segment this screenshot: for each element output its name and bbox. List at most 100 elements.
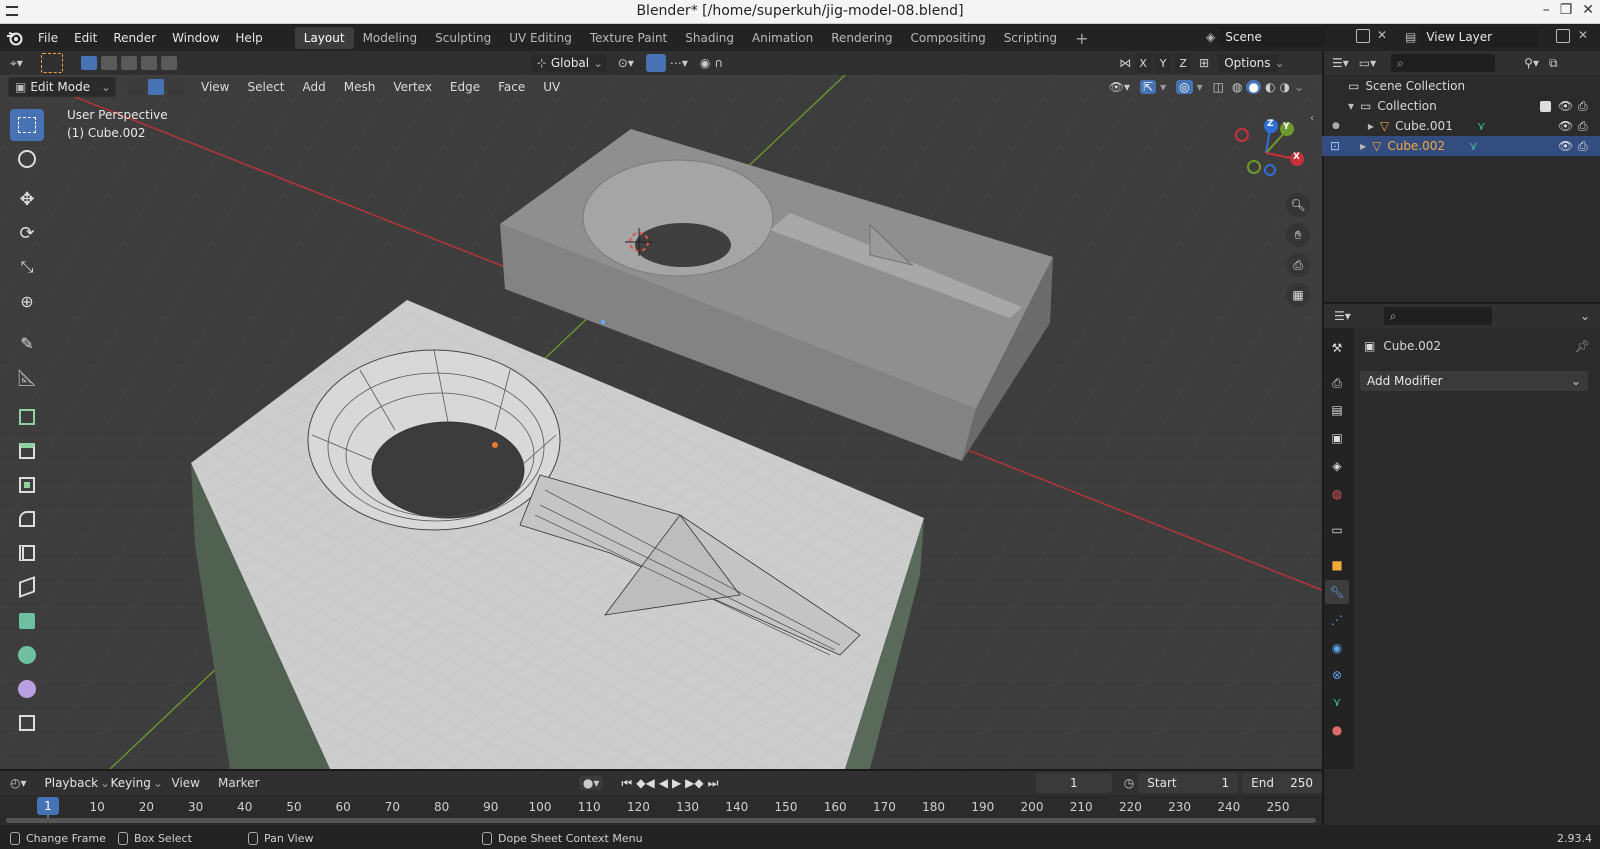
expand-arrow-icon[interactable]: ▾ <box>1348 99 1354 113</box>
transform-tool[interactable]: ⊕ <box>10 285 44 317</box>
mesh-data-icon[interactable]: ⋎ <box>1477 119 1486 133</box>
properties-editor-type-icon[interactable]: ☰▾ <box>1334 309 1351 323</box>
annotate-tool[interactable]: ✎ <box>10 327 44 359</box>
modifier-tab[interactable]: 🔧︎ <box>1325 580 1349 604</box>
jump-keyframe-back-icon[interactable]: ◆◀ <box>636 776 654 790</box>
remove-scene-icon[interactable]: ✕ <box>1377 28 1387 42</box>
menu-face[interactable]: Face <box>491 80 532 94</box>
transform-orientation-dropdown[interactable]: ⊹ Global ⌄ <box>529 53 608 73</box>
remove-view-layer-icon[interactable]: ✕ <box>1578 28 1588 42</box>
scene-selector[interactable]: ◈ Scene <box>1206 27 1326 47</box>
outliner-editor-type-icon[interactable]: ☰▾ <box>1332 56 1349 70</box>
snap-target-icon[interactable]: ⋯▾ <box>670 56 688 70</box>
tool-settings-tab[interactable]: ⚒ <box>1325 336 1349 360</box>
knife-tool[interactable] <box>10 571 44 603</box>
menu-add[interactable]: Add <box>296 80 333 94</box>
edge-select-mode-icon[interactable] <box>148 79 164 95</box>
solid-shading-icon[interactable]: ● <box>1246 80 1261 94</box>
vertex-select-mode-icon[interactable] <box>128 79 144 95</box>
scene-tab[interactable]: ◈ <box>1325 454 1349 478</box>
snap-toggle-icon[interactable] <box>645 54 666 72</box>
eye-icon[interactable]: 👁︎ <box>1558 99 1573 113</box>
add-cube-tool[interactable] <box>10 401 44 433</box>
chevron-down-icon[interactable]: ⌄ <box>1294 80 1304 94</box>
mode-dropdown[interactable]: ▣ Edit Mode ⌄ <box>8 77 116 97</box>
bevel-tool[interactable] <box>10 503 44 535</box>
xray-toggle-icon[interactable]: ◫ <box>1213 80 1224 94</box>
add-modifier-dropdown[interactable]: Add Modifier ⌄ <box>1360 371 1588 391</box>
pan-hand-icon[interactable]: ✋︎ <box>1286 223 1310 247</box>
gizmo-toggle-icon[interactable]: ⇱ <box>1140 80 1157 94</box>
eye-icon[interactable]: 👁︎ <box>1558 119 1573 133</box>
physics-tab[interactable]: ◉ <box>1325 636 1349 660</box>
outliner-row-scene-collection[interactable]: ▭ Scene Collection <box>1322 76 1600 96</box>
exclude-checkbox[interactable] <box>1540 100 1551 112</box>
mesh-data-icon[interactable]: ⋎ <box>1469 139 1478 153</box>
outliner-row-cube-001[interactable]: ● ▸ ▽ Cube.001 ⋎ 👁︎ ⎙ <box>1322 116 1600 136</box>
particles-tab[interactable]: ⋰ <box>1325 608 1349 632</box>
edge-slide-tool[interactable] <box>10 707 44 739</box>
move-tool[interactable]: ✥ <box>10 183 44 215</box>
view-layer-selector[interactable]: ▤ View Layer <box>1405 27 1555 47</box>
output-tab[interactable]: ▤ <box>1325 398 1349 422</box>
start-frame-field[interactable]: Start 1 <box>1138 773 1239 793</box>
expand-arrow-icon[interactable]: ▸ <box>1368 119 1374 133</box>
selection-mode-extend-icon[interactable] <box>100 56 117 70</box>
menu-uv[interactable]: UV <box>536 80 567 94</box>
new-collection-icon[interactable]: ⧉ <box>1549 56 1558 71</box>
pivot-point-icon[interactable]: ⊙▾ <box>618 56 634 70</box>
selection-mode-set-icon[interactable] <box>80 56 97 70</box>
outliner-row-collection[interactable]: ▾ ▭ Collection 👁︎ ⎙ <box>1322 96 1600 116</box>
scale-tool[interactable]: ⤡ <box>10 251 44 283</box>
wireframe-shading-icon[interactable]: ◍ <box>1232 80 1242 94</box>
minimize-icon[interactable]: – <box>1543 2 1550 18</box>
playhead-marker[interactable]: 1 <box>37 797 59 815</box>
add-workspace-icon[interactable]: + <box>1066 25 1097 52</box>
jump-end-icon[interactable]: ⏭ <box>708 776 719 791</box>
play-reverse-icon[interactable]: ◀ <box>659 776 668 790</box>
current-frame-field[interactable]: 1 <box>1035 773 1112 793</box>
timeline-menu-marker[interactable]: Marker <box>211 776 266 790</box>
rendered-shading-icon[interactable]: ◑ <box>1279 80 1289 94</box>
tab-uv-editing[interactable]: UV Editing <box>500 27 581 49</box>
navigation-gizmo[interactable]: Z Y X <box>1224 117 1304 187</box>
maximize-icon[interactable]: ❐ <box>1560 2 1573 18</box>
collection-tab[interactable]: ▭ <box>1325 518 1349 542</box>
tab-modeling[interactable]: Modeling <box>354 27 427 49</box>
keying-dropdown[interactable]: Keying ⌄ <box>105 773 163 793</box>
edit-mode-indicator-icon[interactable]: ⊡ <box>1330 139 1340 153</box>
auto-keying-icon[interactable]: ●▾ <box>578 776 604 790</box>
menu-render[interactable]: Render <box>105 31 164 45</box>
playback-dropdown[interactable]: Playback ⌄ <box>39 773 111 793</box>
outliner-row-cube-002[interactable]: ⊡ ▸ ▽ Cube.002 ⋎ 👁︎ ⎙ <box>1322 136 1600 156</box>
play-icon[interactable]: ▶ <box>672 776 681 790</box>
chevron-down-icon[interactable]: ⌄ <box>1580 309 1590 323</box>
selection-mode-subtract-icon[interactable] <box>120 56 137 70</box>
view-layer-name-field[interactable]: View Layer <box>1420 27 1539 47</box>
measure-tool[interactable]: 📐︎ <box>10 361 44 393</box>
camera-view-icon[interactable]: ⎙ <box>1286 253 1310 277</box>
sidebar-toggle-icon[interactable]: ‹ <box>1310 113 1314 124</box>
jump-keyframe-forward-icon[interactable]: ▶◆ <box>685 776 703 790</box>
menu-window[interactable]: Window <box>164 31 227 45</box>
pin-icon[interactable]: 📌︎ <box>1575 339 1590 353</box>
loop-cut-tool[interactable] <box>10 537 44 569</box>
ortho-toggle-icon[interactable]: ▦ <box>1286 283 1310 307</box>
menu-select[interactable]: Select <box>240 80 291 94</box>
editor-type-icon[interactable]: ⌖▾ <box>10 56 23 71</box>
properties-search-input[interactable]: ⌕ <box>1382 306 1493 326</box>
poly-build-tool[interactable] <box>10 605 44 637</box>
world-tab[interactable]: ◍ <box>1325 482 1349 506</box>
menu-mesh[interactable]: Mesh <box>337 80 383 94</box>
material-tab[interactable]: ● <box>1325 718 1349 742</box>
mirror-z-toggle[interactable]: Z <box>1175 53 1192 73</box>
timeline-menu-view[interactable]: View <box>165 776 207 790</box>
proportional-editing-icon[interactable]: ◉ <box>700 56 710 70</box>
display-mode-icon[interactable]: ▭▾ <box>1359 56 1376 70</box>
select-box-tool[interactable] <box>10 109 44 141</box>
select-box-tool-icon[interactable] <box>40 53 63 73</box>
auto-merge-icon[interactable]: ⊞ <box>1199 56 1209 70</box>
view-layer-tab[interactable]: ▣ <box>1325 426 1349 450</box>
tab-texture-paint[interactable]: Texture Paint <box>581 27 676 49</box>
filter-icon[interactable]: ⚲▾ <box>1524 56 1539 70</box>
